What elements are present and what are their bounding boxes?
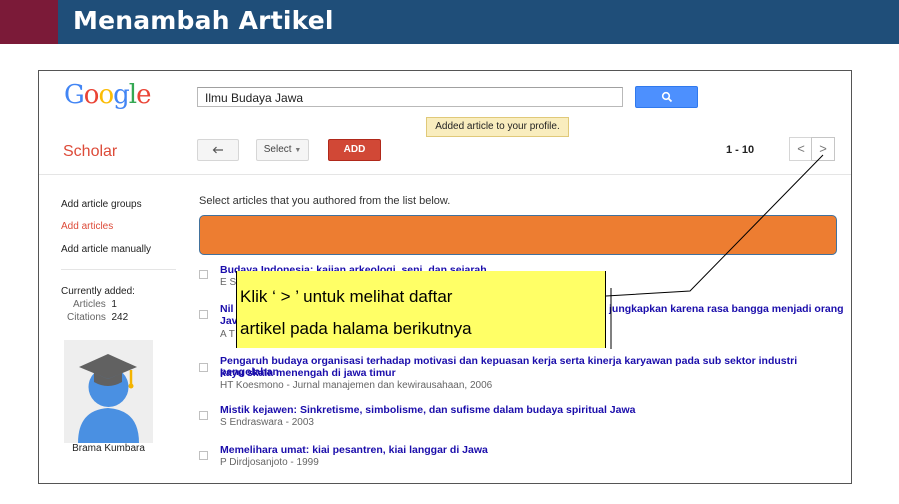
search-icon — [661, 91, 673, 103]
sidebar-divider — [61, 269, 176, 270]
slide-title: Menambah Artikel — [73, 6, 334, 35]
select-label: Select — [263, 144, 292, 155]
logo-letter-o1: o — [83, 80, 100, 110]
result-meta: A T — [220, 329, 235, 340]
result-title-start[interactable]: Nil — [220, 304, 233, 315]
result-checkbox[interactable] — [199, 363, 208, 372]
sidebar-item-add-article-manually[interactable]: Add article manually — [61, 244, 151, 255]
notification-toast: Added article to your profile. — [426, 117, 569, 137]
logo-letter-g: G — [64, 80, 85, 110]
user-name: Brama Kumbara — [72, 443, 145, 454]
logo-letter-l: l — [128, 80, 137, 110]
result-meta: P Dirdjosanjoto - 1999 — [220, 457, 319, 468]
result-meta: E S — [220, 277, 237, 288]
result-title-end[interactable]: jungkapkan karena rasa bangga menjadi or… — [609, 304, 844, 315]
logo-letter-e: e — [136, 80, 151, 110]
logo-letter-o2: o — [98, 80, 114, 110]
scholar-label: Scholar — [63, 143, 118, 160]
instruction-text: Select articles that you authored from t… — [199, 195, 451, 207]
result-title-line2[interactable]: kayu skala menengah di jawa timur — [220, 368, 396, 379]
add-button[interactable]: ADD — [328, 139, 381, 161]
sidebar-item-add-articles[interactable]: Add articles — [61, 221, 113, 232]
result-meta: S Endraswara - 2003 — [220, 417, 314, 428]
chevron-down-icon: ▼ — [294, 147, 302, 154]
pagination-range: 1 - 10 — [726, 144, 755, 156]
result-title-line2[interactable]: Jav — [220, 316, 238, 327]
back-button[interactable] — [197, 139, 239, 161]
previous-page-button[interactable]: < — [789, 137, 813, 161]
result-checkbox[interactable] — [199, 270, 208, 279]
avatar — [64, 340, 153, 443]
google-logo[interactable]: Google — [64, 80, 151, 110]
annotation-callout: Klik ‘ > ’ untuk melihat daftar artikel … — [236, 271, 606, 348]
currently-added-label: Currently added: — [61, 286, 135, 297]
search-input[interactable]: Ilmu Budaya Jawa — [197, 87, 623, 107]
result-checkbox[interactable] — [199, 411, 208, 420]
slide-header: Menambah Artikel — [0, 0, 899, 44]
sidebar-item-add-article-groups[interactable]: Add article groups — [61, 199, 142, 210]
articles-count: 1 — [111, 299, 117, 310]
next-page-button[interactable]: > — [811, 137, 835, 161]
result-checkbox[interactable] — [199, 310, 208, 319]
select-dropdown[interactable]: Select ▼ — [256, 139, 309, 161]
result-title[interactable]: Memelihara umat: kiai pesantren, kiai la… — [220, 445, 488, 456]
articles-label: Articles — [73, 299, 106, 310]
header-accent — [0, 0, 58, 44]
result-meta: HT Koesmono - Jurnal manajemen dan kewir… — [220, 380, 493, 391]
back-arrow-icon — [212, 146, 223, 154]
logo-letter-g2: g — [113, 80, 130, 110]
result-checkbox[interactable] — [199, 451, 208, 460]
citations-count: 242 — [111, 312, 129, 323]
citations-label: Citations — [67, 312, 106, 323]
articles-stat: Articles 1 — [73, 299, 117, 310]
result-title[interactable]: Mistik kejawen: Sinkretisme, simbolisme,… — [220, 405, 635, 416]
callout-line-1: Klik ‘ > ’ untuk melihat daftar — [240, 287, 453, 306]
header-divider — [39, 174, 851, 175]
graduate-avatar-icon — [78, 354, 139, 443]
search-button[interactable] — [635, 86, 698, 108]
highlight-bar — [199, 215, 837, 255]
callout-line-2: artikel pada halama berikutnya — [240, 319, 472, 338]
citations-stat: Citations 242 — [67, 312, 128, 323]
